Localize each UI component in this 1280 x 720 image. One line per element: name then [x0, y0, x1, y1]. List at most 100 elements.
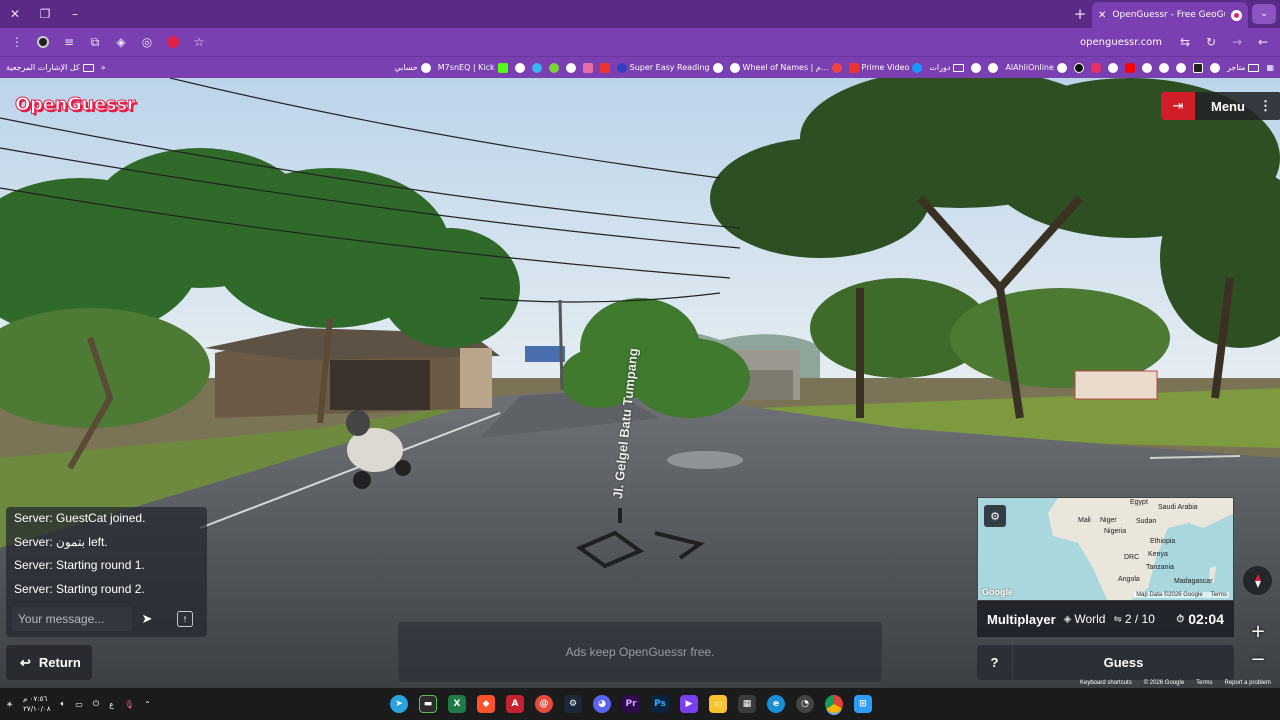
map-label: Sudan [1136, 518, 1157, 525]
volume-icon[interactable]: 🔈︎ [60, 699, 65, 709]
site-favicon-icon[interactable] [1141, 62, 1152, 73]
kebab-menu-icon[interactable]: ⋮ [6, 31, 28, 53]
file-explorer-icon[interactable]: ▭ [709, 695, 727, 713]
bookmark-kick[interactable]: M7snEQ | Kick [438, 62, 508, 73]
bookmark-super-easy-reading[interactable]: Super Easy Reading [616, 62, 723, 73]
address-bar[interactable]: openguessr.com [214, 31, 1170, 53]
site-favicon-icon[interactable] [971, 62, 982, 73]
bookmark-wheel-of-names[interactable]: Wheel of Names | م... [729, 62, 842, 73]
bookmark-stores-folder[interactable]: متاجر [1227, 63, 1260, 72]
bookmark-alahlionline[interactable]: AlAhliOnline [1005, 62, 1067, 73]
help-button[interactable]: ? [977, 645, 1013, 680]
extensions-puzzle-icon[interactable]: ⧉ [84, 31, 106, 53]
clock[interactable]: ٠٧:٥٦ م ٢٧/١٠/٠٨ [23, 694, 50, 714]
site-favicon-icon[interactable] [1107, 62, 1118, 73]
bookmarks-bar: كل الإشارات المرجعية » حسابي M7snEQ | Ki… [0, 56, 1280, 78]
chat-message-input[interactable] [12, 607, 132, 631]
openguessr-logo[interactable]: OpenGuessr [14, 94, 136, 116]
extension-glasses-icon[interactable]: ◎ [136, 31, 158, 53]
folder-icon [1248, 63, 1260, 72]
zoom-in-icon[interactable]: + [1244, 618, 1272, 644]
media-player-icon[interactable]: ▶ [680, 695, 698, 713]
site-favicon-icon[interactable] [582, 62, 593, 73]
stopwatch-icon: ⏱ [1176, 613, 1185, 625]
map-label: Kenya [1148, 551, 1168, 558]
send-message-icon[interactable]: ➤ [136, 608, 158, 630]
site-favicon-icon[interactable] [1158, 62, 1169, 73]
acrobat-icon[interactable]: A [506, 695, 524, 713]
menu-button[interactable]: Menu ⋮ [1195, 92, 1280, 120]
brave-icon[interactable]: ◆ [477, 695, 495, 713]
bookmarks-grid-icon[interactable]: ▦ [1266, 63, 1274, 72]
bookmark-my-account[interactable]: حسابي [394, 62, 431, 73]
tray-overflow-chevron-icon[interactable]: ⌃ [144, 700, 151, 709]
network-icon[interactable]: ▭ [75, 700, 83, 709]
africa-map-image [978, 498, 1233, 600]
system-tool-icon[interactable]: ◔ [796, 695, 814, 713]
premiere-icon[interactable]: Pr [622, 695, 640, 713]
site-favicon-icon[interactable] [548, 62, 559, 73]
site-favicon-icon[interactable] [988, 62, 999, 73]
bookmark-all-bookmarks[interactable]: كل الإشارات المرجعية [6, 63, 94, 72]
store-icon[interactable]: ▦ [738, 695, 756, 713]
tab-openguessr[interactable]: ✕ OpenGuessr - Free GeoGuessr A [1092, 2, 1248, 28]
site-favicon-icon[interactable] [1209, 62, 1220, 73]
tab-search-chevron-icon[interactable]: ⌄ [1252, 4, 1276, 24]
close-tab-icon[interactable]: ✕ [1098, 10, 1106, 21]
reload-icon[interactable]: ↻ [1200, 31, 1222, 53]
battery-icon[interactable]: ⏻ [93, 699, 99, 709]
guess-button[interactable]: Guess [1013, 655, 1234, 670]
weather-icon[interactable]: ☀ [6, 700, 13, 709]
return-button[interactable]: ↩ Return [6, 645, 92, 680]
discord-icon[interactable]: ◕ [593, 695, 611, 713]
restore-window-icon[interactable]: ❐ [30, 0, 60, 28]
windows-start-icon[interactable]: ⊞ [854, 695, 872, 713]
extension-diamond-icon[interactable]: ◈ [110, 31, 132, 53]
photoshop-icon[interactable]: Ps [651, 695, 669, 713]
microphone-icon[interactable]: 🎙︎ [124, 700, 134, 709]
bookmark-prime-video[interactable]: Prime Video [848, 62, 923, 73]
compass-icon[interactable] [1243, 566, 1272, 595]
keyboard-shortcuts-link[interactable]: Keyboard shortcuts [1080, 680, 1132, 686]
youtube-favicon-icon[interactable] [1124, 62, 1135, 73]
back-arrow-icon[interactable]: → [1226, 31, 1248, 53]
bookmark-star-icon[interactable]: ☆ [188, 31, 210, 53]
report-chat-icon[interactable]: ! [177, 611, 193, 627]
site-favicon-icon[interactable] [514, 62, 525, 73]
forward-arrow-icon[interactable]: ← [1252, 31, 1274, 53]
bookmark-courses-folder[interactable]: دورات [929, 63, 965, 72]
zoom-out-icon[interactable]: − [1244, 646, 1272, 672]
site-favicon-icon[interactable] [599, 62, 610, 73]
site-favicon-icon[interactable] [531, 62, 542, 73]
excel-icon[interactable]: X [448, 695, 466, 713]
chrome-icon[interactable] [825, 695, 843, 713]
report-problem-link[interactable]: Report a problem [1225, 680, 1271, 686]
tiktok-favicon-icon[interactable] [1073, 62, 1084, 73]
map-settings-icon[interactable]: ⚙ [984, 505, 1006, 527]
extension-list-icon[interactable]: ≡ [58, 31, 80, 53]
leave-game-button[interactable]: ⇥ [1161, 92, 1195, 120]
map-attribution: Map Data ©2026 Google Terms [1134, 592, 1229, 598]
instagram-favicon-icon[interactable] [1090, 62, 1101, 73]
extension-shield-icon[interactable] [32, 31, 54, 53]
map-terms-link[interactable]: Terms [1211, 592, 1227, 598]
bookmarks-overflow-chevron-icon[interactable]: » [101, 63, 106, 72]
round-timer: ⏱ 02:04 [1176, 611, 1224, 627]
steam-icon[interactable]: ⚙ [564, 695, 582, 713]
terminal-icon[interactable]: ▬ [419, 695, 437, 713]
edge-icon[interactable]: e [767, 695, 785, 713]
close-window-icon[interactable]: ✕ [0, 0, 30, 28]
site-settings-icon[interactable]: ⇆ [1174, 31, 1196, 53]
new-tab-icon[interactable]: + [1068, 5, 1092, 23]
site-favicon-icon[interactable] [1175, 62, 1186, 73]
kebab-menu-icon: ⋮ [1258, 98, 1272, 113]
input-language[interactable]: ع [109, 700, 114, 709]
site-favicon-icon[interactable] [1192, 62, 1203, 73]
extension-pin-icon[interactable] [162, 31, 184, 53]
terms-link[interactable]: Terms [1196, 680, 1212, 686]
telegram-icon[interactable]: ➤ [390, 695, 408, 713]
site-favicon-icon[interactable] [565, 62, 576, 73]
guess-minimap[interactable]: Mali Niger Egypt Saudi Arabia Sudan Nige… [977, 497, 1234, 601]
app-red-icon[interactable]: @ [535, 695, 553, 713]
minimize-window-icon[interactable]: – [60, 0, 90, 28]
